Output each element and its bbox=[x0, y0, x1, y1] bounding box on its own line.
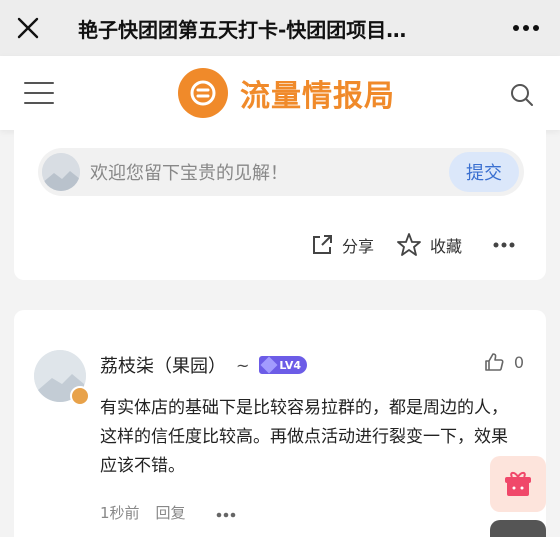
comment-input[interactable]: 欢迎您留下宝贵的见解！ bbox=[90, 159, 449, 185]
gift-icon bbox=[505, 471, 531, 496]
window-title: 艳子快团团第五天打卡-快团团项目… bbox=[78, 17, 407, 42]
like-count: 0 bbox=[513, 352, 524, 372]
logo-mark-icon bbox=[178, 68, 228, 118]
comment-card: 荔枝柒（果园） ~ LV4 0 有实体店的基础下是比较容易拉群的，都是周边的人，… bbox=[14, 310, 546, 537]
favorite-label: 收藏 bbox=[430, 237, 463, 256]
close-button[interactable] bbox=[0, 0, 56, 56]
username-suffix: ~ bbox=[236, 355, 250, 375]
more-icon bbox=[216, 512, 235, 517]
search-icon bbox=[511, 84, 533, 106]
submit-button[interactable]: 提交 bbox=[449, 152, 519, 192]
comment-header: 荔枝柒（果园） ~ LV4 bbox=[100, 352, 308, 378]
post-actions: 分享 收藏 bbox=[310, 232, 516, 258]
gift-button[interactable] bbox=[490, 456, 546, 512]
site-logo[interactable]: 流量情报局 bbox=[178, 68, 395, 118]
share-button[interactable]: 分享 bbox=[310, 233, 374, 257]
top-bar: 艳子快团团第五天打卡-快团团项目… bbox=[0, 0, 560, 56]
menu-button[interactable] bbox=[24, 82, 54, 106]
menu-icon bbox=[24, 82, 54, 84]
more-button[interactable] bbox=[492, 0, 560, 56]
more-icon bbox=[493, 242, 515, 248]
comment-input-box: 欢迎您留下宝贵的见解！ 提交 bbox=[38, 148, 524, 196]
star-icon bbox=[397, 233, 421, 256]
favorite-button[interactable]: 收藏 bbox=[396, 232, 462, 258]
post-more-button[interactable] bbox=[492, 233, 516, 257]
search-button[interactable] bbox=[510, 83, 534, 107]
level-label: LV4 bbox=[279, 358, 302, 372]
crown-icon bbox=[70, 386, 90, 406]
gem-icon bbox=[260, 356, 278, 374]
comment-more-button[interactable] bbox=[216, 504, 236, 522]
more-icon bbox=[513, 25, 539, 31]
comment-time: 1秒前 bbox=[100, 504, 140, 522]
like-button[interactable]: 0 bbox=[484, 352, 524, 372]
site-header: 流量情报局 bbox=[0, 56, 560, 130]
logo-text: 流量情报局 bbox=[240, 79, 395, 114]
reply-button[interactable]: 回复 bbox=[156, 502, 186, 523]
avatar bbox=[42, 153, 80, 191]
username[interactable]: 荔枝柒（果园） bbox=[100, 352, 226, 378]
commenter-avatar[interactable] bbox=[34, 350, 90, 406]
comment-form-card: 欢迎您留下宝贵的见解！ 提交 分享 收藏 bbox=[14, 130, 546, 280]
share-label: 分享 bbox=[342, 237, 375, 256]
close-icon bbox=[17, 17, 39, 39]
comment-meta: 1秒前 回复 bbox=[100, 502, 236, 523]
level-badge: LV4 bbox=[259, 356, 308, 374]
scroll-top-button[interactable] bbox=[490, 520, 546, 537]
comment-text: 有实体店的基础下是比较容易拉群的，都是周边的人，这样的信任度比较高。再做点活动进… bbox=[100, 398, 508, 476]
share-icon bbox=[313, 235, 332, 254]
thumbs-up-icon bbox=[485, 353, 504, 371]
